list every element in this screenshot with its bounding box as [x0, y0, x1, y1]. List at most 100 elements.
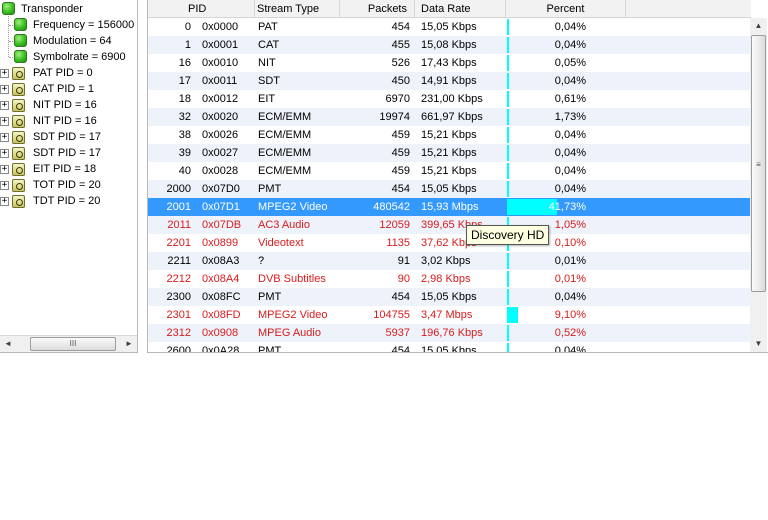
tree-panel: Transponder Frequency = 156000 Modulation …	[0, 0, 138, 353]
property-node-icon	[14, 34, 27, 47]
column-header-percent[interactable]: Percent	[506, 0, 626, 18]
data-rate-cell: 661,97 Kbps	[421, 111, 483, 123]
packets-cell: 459	[391, 129, 410, 141]
stream-type-cell: MPEG2 Video	[258, 309, 328, 321]
pid-cell: 1	[184, 39, 191, 51]
table-row[interactable]: 32 0x0020 ECM/EMM 19974 661,97 Kbps 1,73%	[148, 108, 751, 126]
tree-item-label: EIT PID = 18	[33, 163, 97, 175]
expand-plus-icon[interactable]: +	[0, 149, 9, 158]
percent-cell: 0,04%	[554, 345, 586, 352]
expand-plus-icon[interactable]: +	[0, 197, 9, 206]
percent-cell: 0,52%	[554, 327, 586, 339]
stream-type-cell: PMT	[258, 345, 282, 352]
table-row[interactable]: 2212 0x08A4 DVB Subtitles 90 2,98 Kbps 0,01%	[148, 270, 751, 288]
table-node-icon	[12, 195, 25, 208]
packets-cell: 91	[397, 255, 410, 267]
table-row[interactable]: 2312 0x0908 MPEG Audio 5937 196,76 Kbps 0,52%	[148, 324, 751, 342]
tooltip: Discovery HD	[466, 225, 550, 245]
table-row[interactable]: 39 0x0027 ECM/EMM 459 15,21 Kbps 0,04%	[148, 144, 751, 162]
pid-list-panel: PID Stream Type Packets Data Rate Percen…	[147, 0, 768, 353]
pid-hex-cell: 0x0908	[202, 327, 239, 339]
table-row[interactable]: 16 0x0010 NIT 526 17,43 Kbps 0,05%	[148, 54, 751, 72]
table-row[interactable]: 2300 0x08FC PMT 454 15,05 Kbps 0,04%	[148, 288, 751, 306]
pid-hex-cell: 0x0020	[202, 111, 239, 123]
tree-item-pid[interactable]: + TDT PID = 20	[0, 193, 137, 209]
percent-cell: 0,61%	[554, 93, 586, 105]
scroll-down-arrow-icon[interactable]: ▼	[750, 336, 767, 352]
tree-item-pid[interactable]: + CAT PID = 1	[0, 81, 137, 97]
column-header-stream-type[interactable]: Stream Type	[255, 0, 340, 18]
table-row[interactable]: 2000 0x07D0 PMT 454 15,05 Kbps 0,04%	[148, 180, 751, 198]
pid-hex-cell: 0x0000	[202, 21, 239, 33]
pid-hex-cell: 0x0028	[202, 165, 239, 177]
table-node-icon	[12, 99, 25, 112]
stream-type-cell: ECM/EMM	[258, 111, 312, 123]
pid-hex-cell: 0x0011	[202, 75, 238, 87]
tree-item-property[interactable]: Symbolrate = 6900	[0, 49, 137, 65]
vertical-scroll-thumb[interactable]: ≡	[751, 35, 766, 292]
tree-item-pid[interactable]: + PAT PID = 0	[0, 65, 137, 81]
pid-hex-cell: 0x0899	[202, 237, 239, 249]
table-node-icon	[12, 115, 25, 128]
data-rate-cell: 196,76 Kbps	[421, 327, 483, 339]
pid-cell: 2600	[166, 345, 191, 352]
table-row[interactable]: 2211 0x08A3? 91 3,02 Kbps 0,01%	[148, 252, 751, 270]
tree-horizontal-scrollbar[interactable]: ◄ III ►	[0, 335, 137, 352]
tree-item-transponder[interactable]: Transponder	[0, 1, 137, 17]
pid-cell: 0	[184, 21, 191, 33]
scroll-left-arrow-icon[interactable]: ◄	[0, 336, 16, 352]
table-row[interactable]: 0 0x0000 PAT 454 15,05 Kbps 0,04%	[148, 18, 751, 36]
column-header-data-rate[interactable]: Data Rate	[415, 0, 506, 18]
tree-item-label: TDT PID = 20	[33, 195, 101, 207]
horizontal-scroll-thumb[interactable]: III	[30, 337, 116, 351]
tree-item-pid[interactable]: + EIT PID = 18	[0, 161, 137, 177]
data-rate-cell: 2,98 Kbps	[421, 273, 471, 285]
packets-cell: 454	[391, 291, 410, 303]
tree-item-pid[interactable]: + NIT PID = 16	[0, 113, 137, 129]
table-row[interactable]: 40 0x0028 ECM/EMM 459 15,21 Kbps 0,04%	[148, 162, 751, 180]
pid-cell: 39	[178, 147, 191, 159]
tree-item-pid[interactable]: + SDT PID = 17	[0, 145, 137, 161]
packets-cell: 90	[397, 273, 410, 285]
stream-type-cell: CAT	[258, 39, 280, 51]
table-row[interactable]: 2600 0x0A28 PMT 454 15,05 Kbps 0,04%	[148, 342, 751, 352]
table-row-selected[interactable]: 2001 0x07D1 MPEG2 Video 480542 15,93 Mbps 41,…	[148, 198, 751, 216]
tree-item-pid[interactable]: + NIT PID = 16	[0, 97, 137, 113]
stream-type-cell: DVB Subtitles	[258, 273, 326, 285]
expand-plus-icon[interactable]: +	[0, 69, 9, 78]
expand-plus-icon[interactable]: +	[0, 85, 9, 94]
stream-type-cell: PMT	[258, 183, 282, 195]
expand-plus-icon[interactable]: +	[0, 133, 9, 142]
stream-type-cell: NIT	[258, 57, 276, 69]
column-header-packets[interactable]: Packets	[340, 0, 415, 18]
list-header: PID Stream Type Packets Data Rate Percen…	[148, 0, 751, 18]
scroll-up-arrow-icon[interactable]: ▲	[750, 18, 767, 34]
pid-cell: 2212	[166, 273, 191, 285]
table-row[interactable]: 2201 0x0899 Videotext 1135 37,62 Kbps 0,10%	[148, 234, 751, 252]
table-row[interactable]: 2301 0x08FD MPEG2 Video 104755 3,47 Mbps 9,10…	[148, 306, 751, 324]
tree-item-property[interactable]: Frequency = 156000	[0, 17, 137, 33]
packets-cell: 459	[391, 165, 410, 177]
expand-plus-icon[interactable]: +	[0, 117, 9, 126]
scroll-right-arrow-icon[interactable]: ►	[121, 336, 137, 352]
tree-item-property[interactable]: Modulation = 64	[0, 33, 137, 49]
table-row[interactable]: 2011 0x07DB AC3 Audio 12059 399,65 Kbps 1,05%	[148, 216, 751, 234]
pid-cell: 2000	[166, 183, 191, 195]
expand-plus-icon[interactable]: +	[0, 181, 9, 190]
tree-item-label: NIT PID = 16	[33, 99, 97, 111]
packets-cell: 5937	[385, 327, 410, 339]
tree-item-label: PAT PID = 0	[33, 67, 93, 79]
packets-cell: 454	[391, 345, 410, 352]
tree-item-pid[interactable]: + SDT PID = 17	[0, 129, 137, 145]
expand-plus-icon[interactable]: +	[0, 101, 9, 110]
pid-cell: 17	[178, 75, 191, 87]
expand-plus-icon[interactable]: +	[0, 165, 9, 174]
table-row[interactable]: 38 0x0026 ECM/EMM 459 15,21 Kbps 0,04%	[148, 126, 751, 144]
column-header-pid[interactable]: PID	[148, 0, 255, 18]
table-row[interactable]: 18 0x0012 EIT 6970 231,00 Kbps 0,61%	[148, 90, 751, 108]
table-row[interactable]: 1 0x0001 CAT 455 15,08 Kbps 0,04%	[148, 36, 751, 54]
tree-item-pid[interactable]: + TOT PID = 20	[0, 177, 137, 193]
percent-cell: 0,05%	[554, 57, 586, 69]
table-row[interactable]: 17 0x0011 SDT 450 14,91 Kbps 0,04%	[148, 72, 751, 90]
list-vertical-scrollbar[interactable]: ▲ ≡ ▼	[750, 18, 767, 352]
